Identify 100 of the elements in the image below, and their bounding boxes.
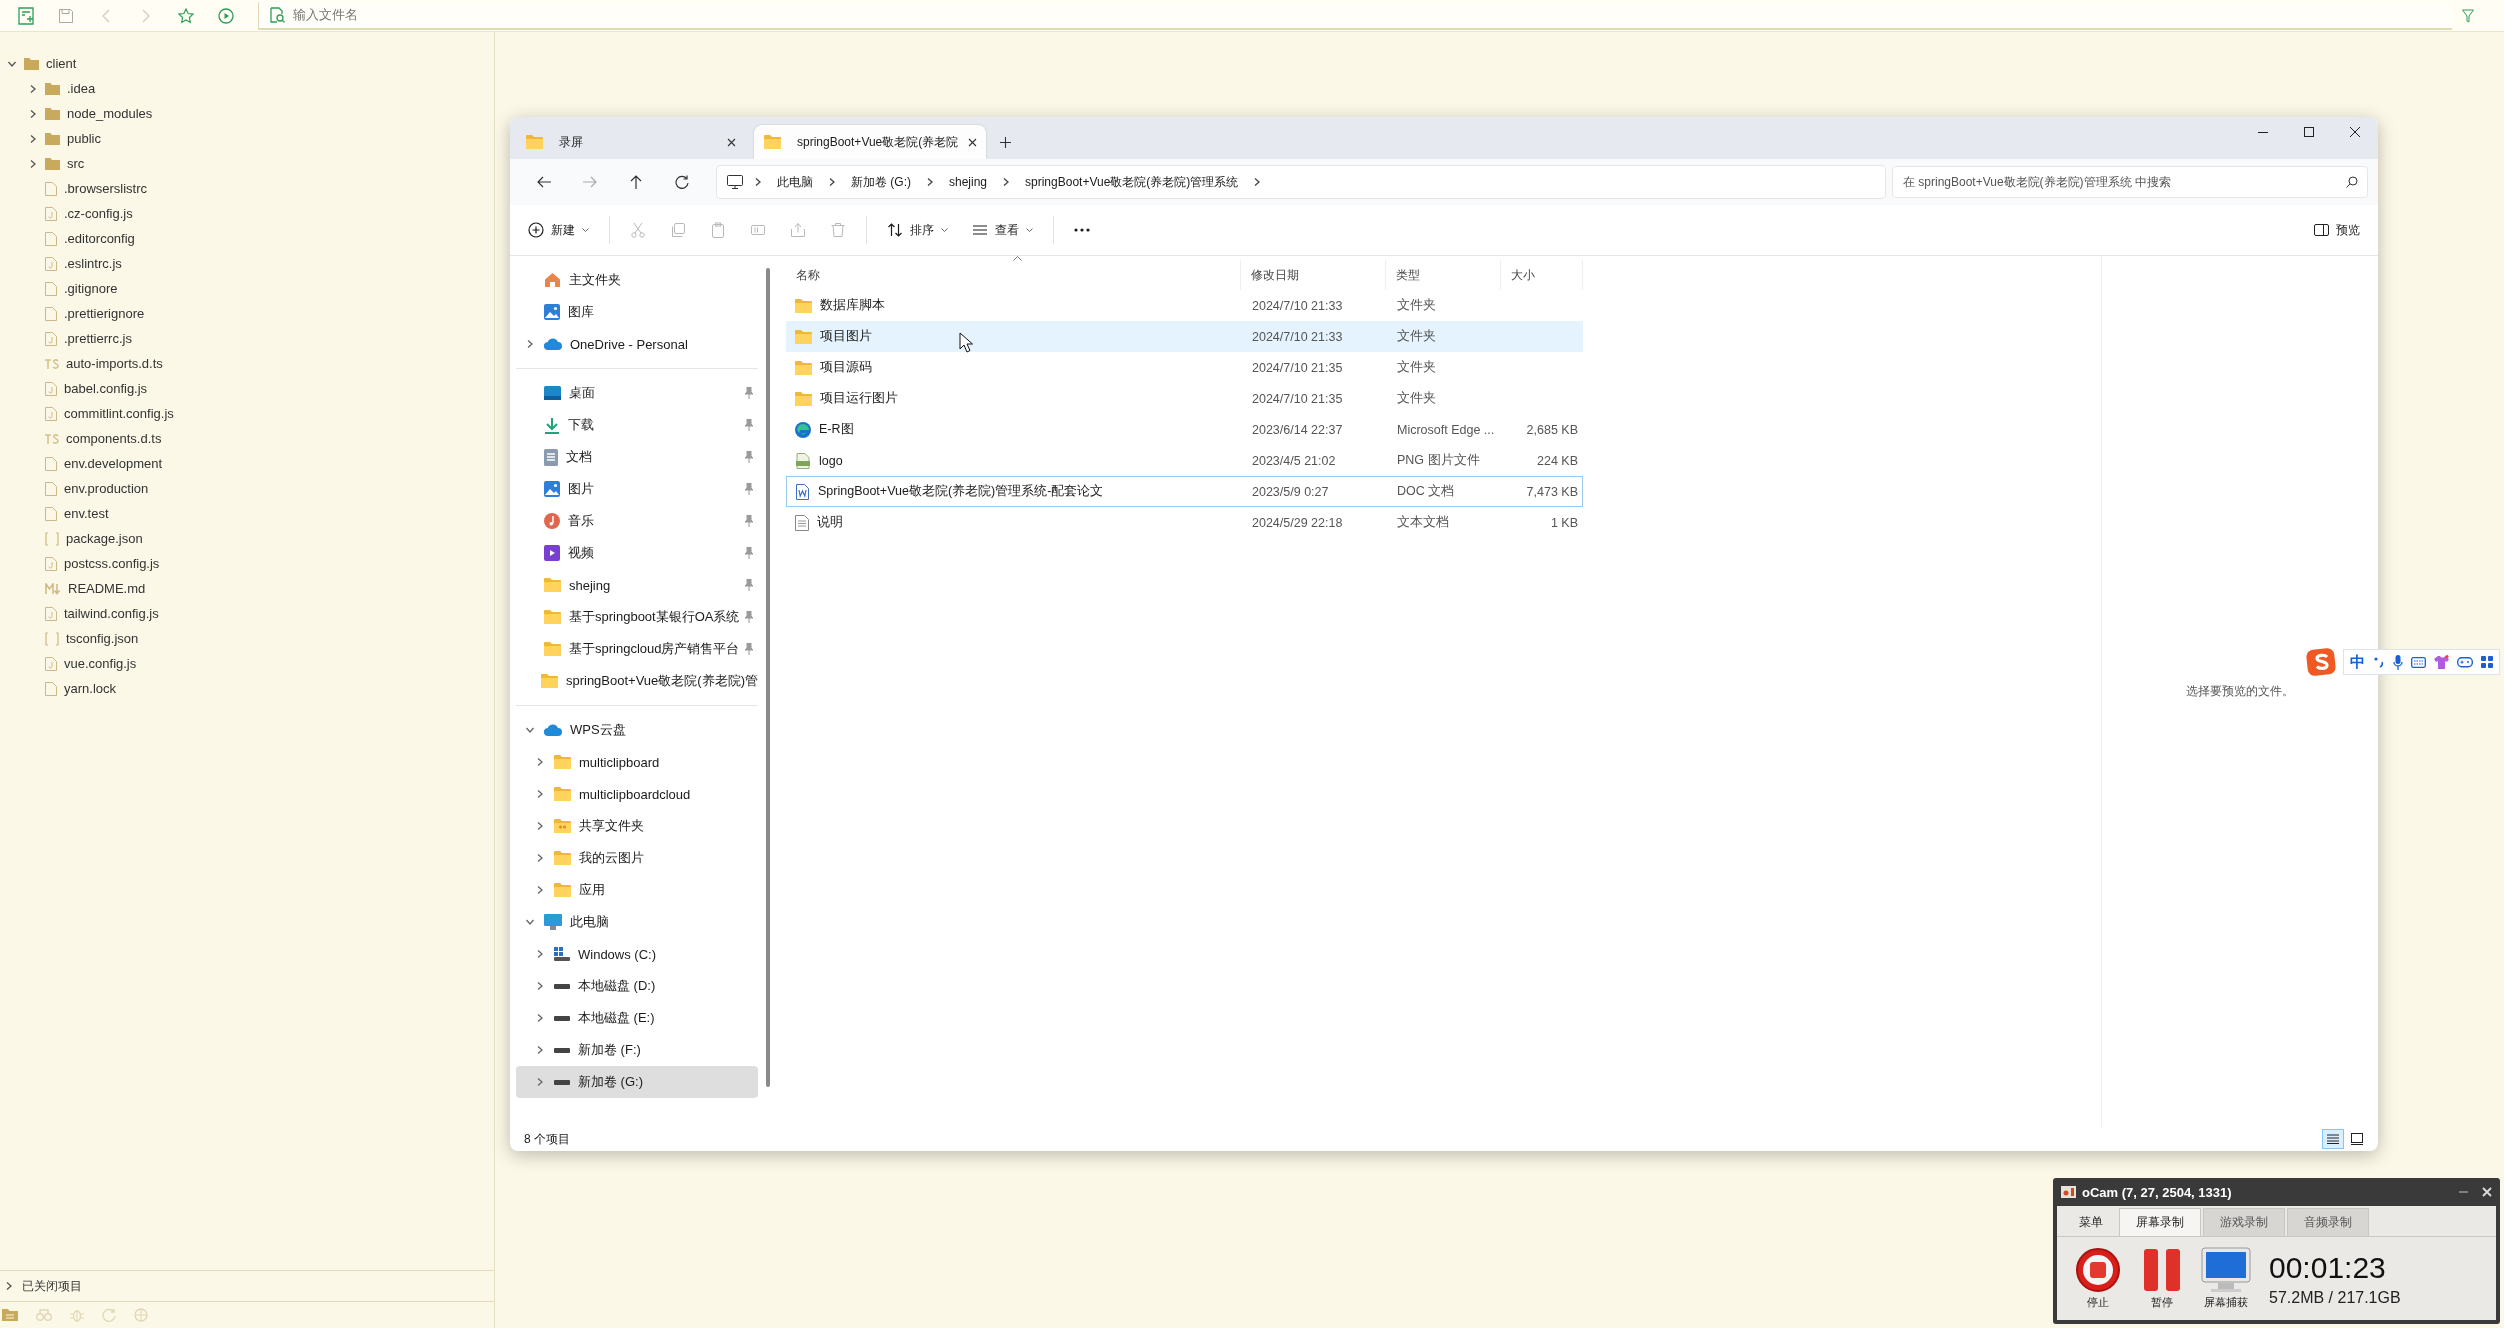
- tree-item[interactable]: node_modules: [67, 106, 153, 121]
- run-icon[interactable]: [218, 7, 234, 24]
- nav-item[interactable]: 桌面: [516, 377, 758, 409]
- nav-item[interactable]: multiclipboardcloud: [516, 778, 758, 810]
- address-bar[interactable]: 此电脑 新加卷 (G:) shejing springBoot+Vue敬老院(养老院)管理系统: [716, 165, 1886, 199]
- nav-item[interactable]: 新加卷 (F:): [516, 1034, 758, 1066]
- tree-item[interactable]: public: [67, 131, 101, 146]
- nav-item[interactable]: 共享文件夹: [516, 810, 758, 842]
- chevron-icon[interactable]: [753, 177, 763, 187]
- breadcrumb[interactable]: 此电脑: [773, 173, 817, 191]
- new-button[interactable]: 新建: [520, 215, 597, 245]
- tree-item[interactable]: README.md: [68, 581, 146, 596]
- nav-item[interactable]: springBoot+Vue敬老院(养老院)管: [516, 665, 758, 697]
- file-row[interactable]: 数据库脚本 2024/7/10 21:33 文件夹: [786, 290, 1583, 321]
- column-header[interactable]: 名称: [786, 260, 1241, 290]
- punctuation-icon[interactable]: [2373, 656, 2385, 668]
- chevron-icon[interactable]: [535, 1045, 545, 1055]
- pin-icon[interactable]: [744, 387, 754, 399]
- nav-item[interactable]: 主文件夹: [516, 264, 758, 296]
- nav-item[interactable]: 新加卷 (G:): [516, 1066, 758, 1098]
- tree-item[interactable]: .prettierrc.js: [64, 331, 132, 346]
- tab[interactable]: 游戏录制: [2203, 1208, 2285, 1236]
- grid-icon[interactable]: [2481, 656, 2493, 668]
- save-icon[interactable]: [58, 7, 74, 24]
- view-button[interactable]: 查看: [964, 215, 1041, 245]
- section-title[interactable]: 已关闭项目: [22, 1277, 82, 1295]
- tree-item[interactable]: .cz-config.js: [64, 206, 133, 221]
- tree-item[interactable]: .browserslistrc: [64, 181, 148, 196]
- nav-item[interactable]: OneDrive - Personal: [516, 328, 758, 360]
- chevron-icon[interactable]: [827, 177, 837, 187]
- nav-item[interactable]: 视频: [516, 537, 758, 569]
- new-file-icon[interactable]: [18, 6, 34, 25]
- nav-item[interactable]: 文档: [516, 441, 758, 473]
- tree-item[interactable]: auto-imports.d.ts: [66, 356, 163, 371]
- microphone-icon[interactable]: [2393, 654, 2403, 670]
- chevron-icon[interactable]: [925, 177, 935, 187]
- chevron-icon[interactable]: [535, 821, 545, 831]
- file-search-input[interactable]: 输入文件名: [293, 7, 693, 22]
- file-row[interactable]: 说明 2024/5/29 22:18 文本文档 1 KB: [786, 507, 1583, 538]
- nav-item[interactable]: 基于springboot某银行OA系统: [516, 601, 758, 633]
- nav-item[interactable]: 基于springcloud房产销售平台: [516, 633, 758, 665]
- chevron-icon[interactable]: [535, 789, 545, 799]
- tree-item[interactable]: env.production: [64, 481, 149, 496]
- nav-item[interactable]: 图片: [516, 473, 758, 505]
- preview-button[interactable]: 预览: [2306, 215, 2368, 245]
- nav-item[interactable]: 下载: [516, 409, 758, 441]
- tree-item[interactable]: yarn.lock: [64, 681, 117, 696]
- file-row[interactable]: logo 2023/4/5 21:02 PNG 图片文件 224 KB: [786, 445, 1583, 476]
- chevron-icon[interactable]: [535, 1077, 545, 1087]
- chevron-icon[interactable]: [535, 1013, 545, 1023]
- filter-icon[interactable]: [2462, 8, 2474, 23]
- tree-item[interactable]: env.development: [64, 456, 163, 471]
- folder-icon[interactable]: [2, 1309, 18, 1321]
- pin-icon[interactable]: [744, 483, 754, 495]
- input-mode-toggle[interactable]: 中: [2350, 652, 2365, 672]
- keyboard-icon[interactable]: [2411, 656, 2426, 668]
- capture-button[interactable]: 屏幕捕获: [2201, 1247, 2251, 1310]
- nav-item[interactable]: shejing: [516, 569, 758, 601]
- chevron-icon[interactable]: [4, 1281, 14, 1291]
- tree-item[interactable]: env.test: [64, 506, 109, 521]
- chevron-icon[interactable]: [525, 917, 535, 927]
- tree-item[interactable]: tsconfig.json: [66, 631, 139, 646]
- nav-item[interactable]: 图库: [516, 296, 758, 328]
- pin-icon[interactable]: [744, 547, 754, 559]
- tree-item[interactable]: .gitignore: [64, 281, 118, 296]
- chevron-icon[interactable]: [525, 339, 535, 349]
- tree-item[interactable]: postcss.config.js: [64, 556, 160, 571]
- chevron-icon[interactable]: [28, 133, 38, 144]
- shirt-icon[interactable]: [2434, 655, 2449, 669]
- tab[interactable]: 音频录制: [2287, 1208, 2369, 1236]
- sort-button[interactable]: 排序: [879, 215, 956, 245]
- star-icon[interactable]: [178, 7, 194, 24]
- chevron-icon[interactable]: [535, 853, 545, 863]
- chevron-icon[interactable]: [28, 158, 38, 169]
- search-field[interactable]: 在 springBoot+Vue敬老院(养老院)管理系统 中搜索: [1892, 166, 2368, 198]
- nav-item[interactable]: multiclipboard: [516, 746, 758, 778]
- tab[interactable]: 菜单: [2063, 1208, 2119, 1236]
- tree-item[interactable]: .idea: [67, 81, 96, 96]
- pin-icon[interactable]: [744, 579, 754, 591]
- chevron-icon[interactable]: [28, 83, 38, 94]
- tree-item[interactable]: vue.config.js: [64, 656, 137, 671]
- file-search-field[interactable]: 输入文件名: [258, 1, 2452, 30]
- tree-item[interactable]: commitlint.config.js: [64, 406, 174, 421]
- tab[interactable]: 屏幕录制: [2119, 1208, 2201, 1236]
- nav-item[interactable]: 音乐: [516, 505, 758, 537]
- details-view-button[interactable]: [2322, 1129, 2344, 1149]
- pin-icon[interactable]: [744, 611, 754, 623]
- file-row[interactable]: 项目图片 2024/7/10 21:33 文件夹: [786, 321, 1583, 352]
- tree-item[interactable]: .editorconfig: [64, 231, 135, 246]
- pin-icon[interactable]: [744, 515, 754, 527]
- file-row[interactable]: 项目源码 2024/7/10 21:35 文件夹: [786, 352, 1583, 383]
- tree-item[interactable]: client: [46, 56, 77, 71]
- breadcrumb[interactable]: 新加卷 (G:): [847, 173, 915, 191]
- column-header[interactable]: 类型: [1386, 260, 1501, 290]
- pause-button[interactable]: 暂停: [2137, 1247, 2187, 1310]
- tree-item[interactable]: components.d.ts: [66, 431, 162, 446]
- nav-item[interactable]: 我的云图片: [516, 842, 758, 874]
- tree-item[interactable]: babel.config.js: [64, 381, 148, 396]
- close-icon[interactable]: [2482, 1187, 2492, 1197]
- pin-icon[interactable]: [744, 419, 754, 431]
